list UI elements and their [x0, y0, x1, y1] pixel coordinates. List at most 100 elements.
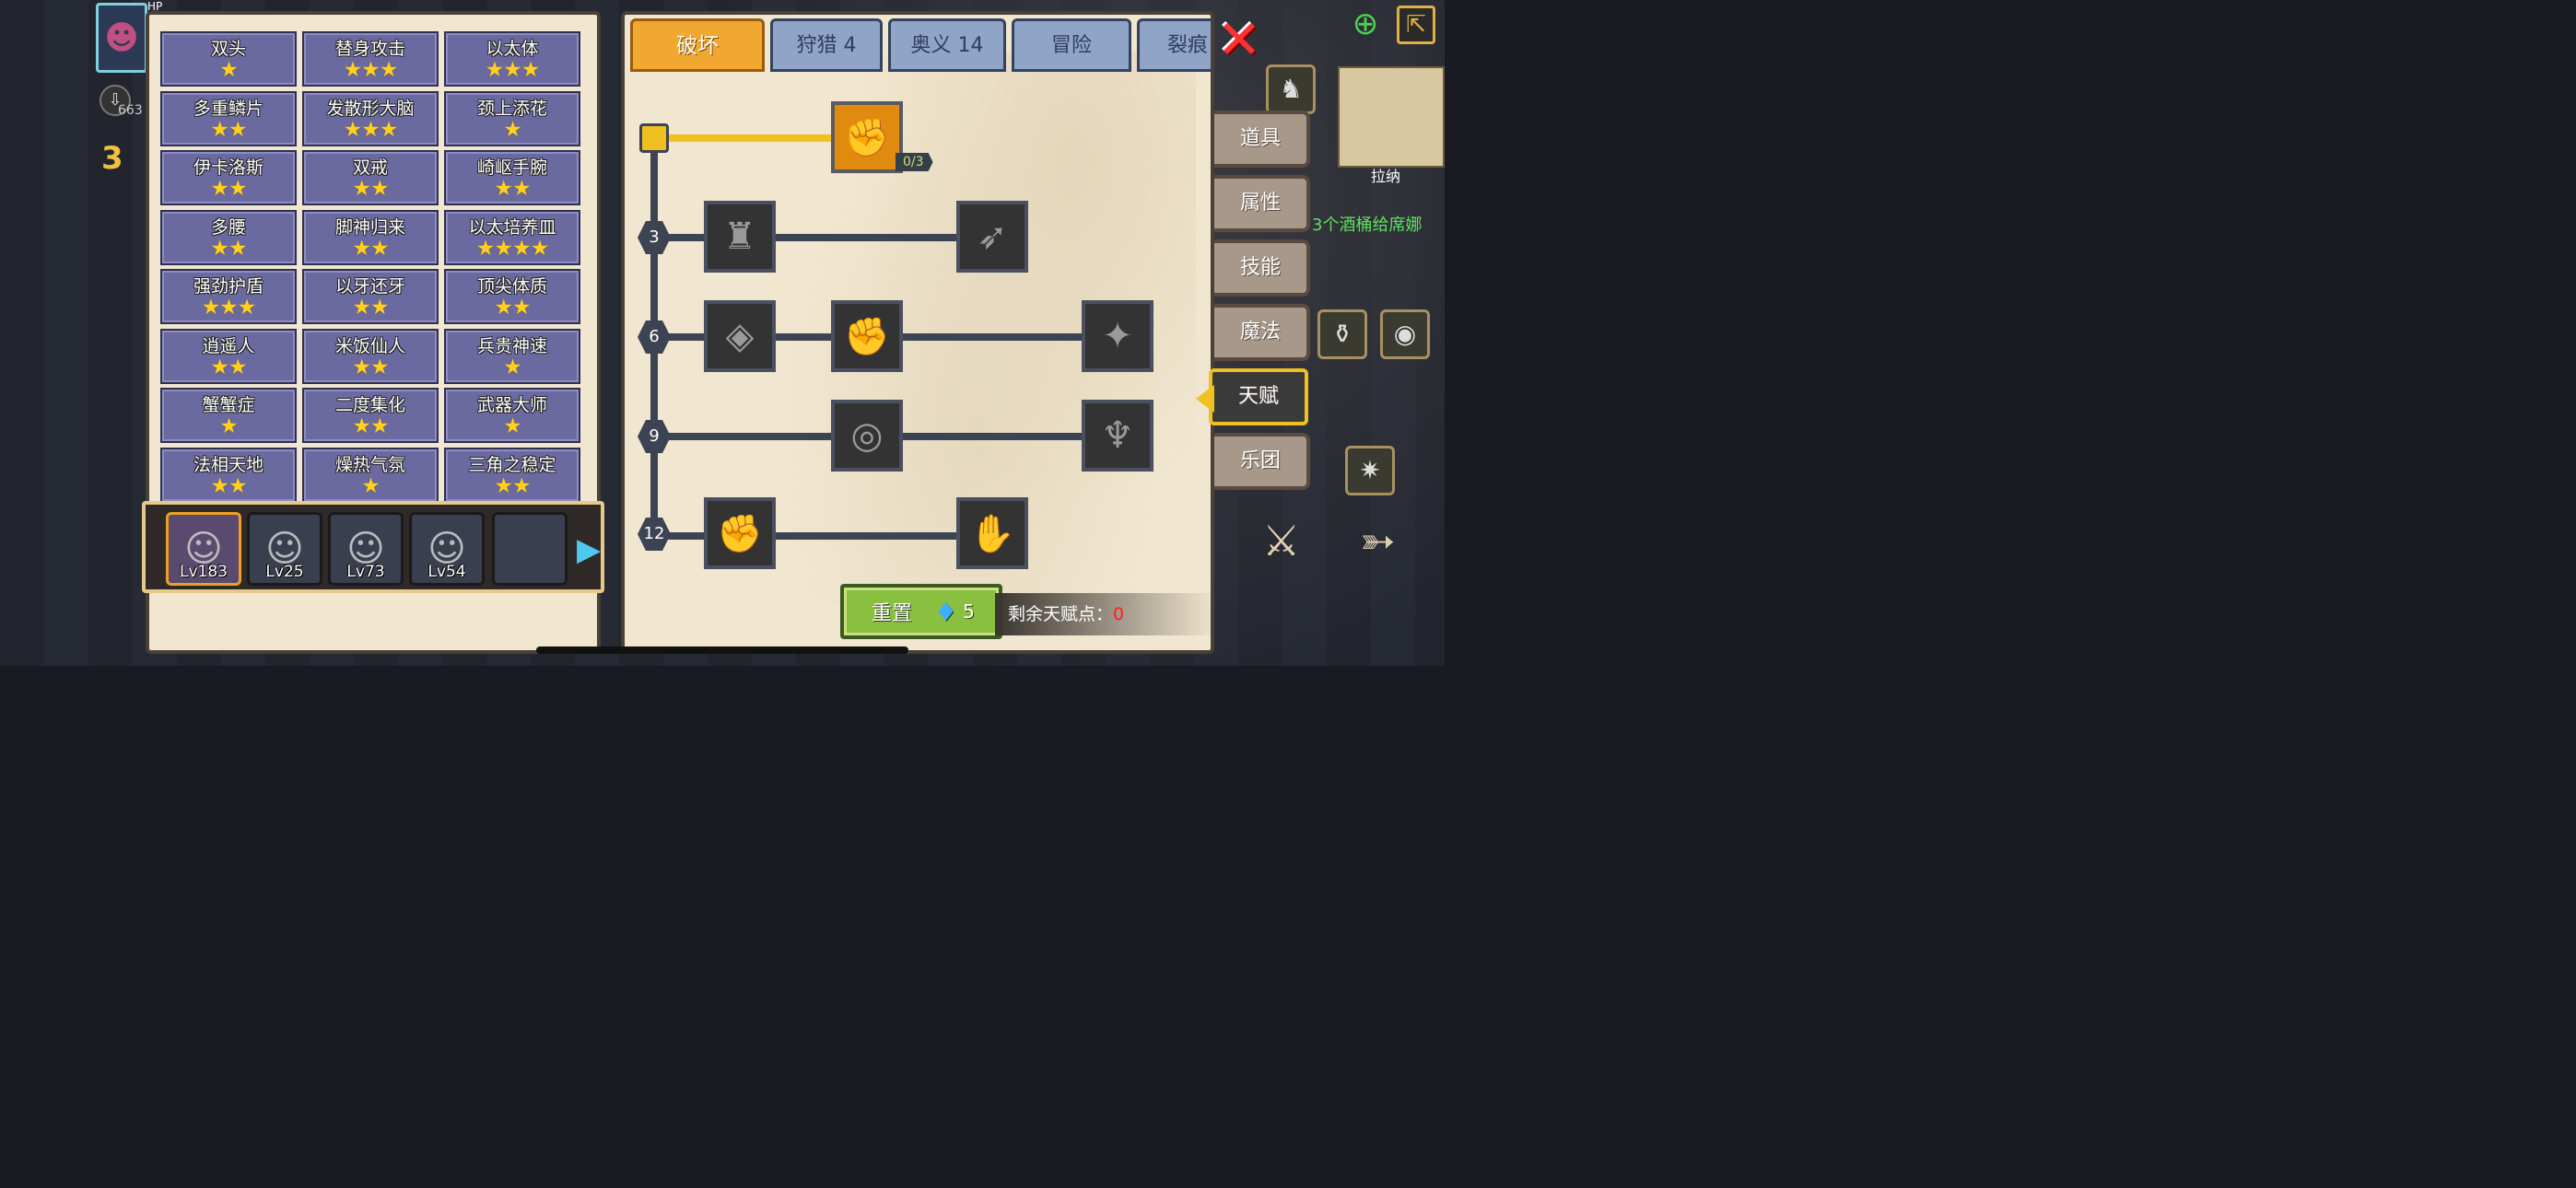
player-portrait[interactable]: ☻: [96, 3, 147, 73]
trait-card[interactable]: 蟹蟹症 ★: [160, 388, 297, 443]
traits-grid: 双头 ★ 替身攻击 ★★★ 以太体 ★★★ 多重鳞片 ★★ 发散形大脑 ★★★ 颈上添花 ★ 伊卡洛斯 ★…: [160, 31, 588, 501]
trait-card[interactable]: 以太体 ★★★: [444, 31, 580, 87]
trait-card[interactable]: 法相天地 ★★: [160, 447, 297, 501]
trait-card[interactable]: 三角之稳定 ★★: [444, 447, 580, 501]
hero-slot[interactable]: ☺ Lv25: [247, 512, 322, 586]
reset-label: 重置: [872, 602, 913, 625]
minimap[interactable]: [1338, 66, 1445, 168]
trait-name: 崎岖手腕: [476, 157, 547, 178]
arrow-strike-icon[interactable]: ➶: [956, 201, 1028, 273]
tab-1[interactable]: 狩猎 4: [770, 18, 883, 72]
tab-4[interactable]: 裂痕: [1137, 18, 1211, 72]
trait-stars: ★: [503, 355, 522, 379]
remaining-label: 剩余天赋点：: [1008, 604, 1114, 624]
hero-level: Lv25: [265, 563, 304, 581]
bow-icon[interactable]: ➳: [1360, 516, 1396, 565]
remaining-value: 0: [1113, 604, 1125, 624]
branch-top: [658, 134, 835, 142]
egg-icon[interactable]: ◉: [1380, 309, 1430, 359]
reset-cost: 5: [963, 600, 975, 623]
fist-punch-icon[interactable]: ✊: [831, 300, 903, 372]
trait-name: 双头: [210, 39, 246, 59]
trait-card[interactable]: 双戒 ★★: [302, 150, 439, 205]
splash-strike-icon[interactable]: ✦: [1082, 300, 1153, 372]
tier-marker: 9: [638, 420, 671, 453]
trait-card[interactable]: 伊卡洛斯 ★★: [160, 150, 297, 205]
trait-card[interactable]: 替身攻击 ★★★: [302, 31, 439, 87]
side-tab-2[interactable]: 技能: [1214, 239, 1310, 297]
side-tab-0[interactable]: 道具: [1214, 111, 1310, 168]
hero-slot[interactable]: [492, 512, 568, 586]
trait-card[interactable]: 武器大师 ★: [444, 388, 580, 443]
hero-level: Lv54: [427, 563, 466, 581]
remaining-points: 剩余天赋点：0: [995, 593, 1211, 635]
trait-stars: ★: [219, 414, 239, 438]
next-arrow-icon[interactable]: ▶: [577, 527, 601, 573]
exit-icon[interactable]: ⇱: [1397, 6, 1435, 44]
tab-2[interactable]: 奥义 14: [888, 18, 1006, 72]
side-tab-5[interactable]: 乐团: [1214, 433, 1310, 490]
trait-card[interactable]: 颈上添花 ★: [444, 90, 580, 146]
side-tab-4[interactable]: 天赋: [1209, 368, 1308, 425]
trait-card[interactable]: 崎岖手腕 ★★: [444, 150, 580, 205]
trait-card[interactable]: 顶尖体质 ★★: [444, 269, 580, 324]
grip-hand-icon[interactable]: ✋: [956, 497, 1028, 569]
trait-card[interactable]: 发散形大脑 ★★★: [302, 90, 439, 146]
trait-card[interactable]: 脚神归来 ★★: [302, 209, 439, 265]
hero-slot[interactable]: ☺ Lv183: [166, 512, 241, 586]
raised-fist-icon[interactable]: ✊: [704, 497, 776, 569]
gem-icon: ♦: [934, 596, 958, 627]
trait-card[interactable]: 米饭仙人 ★★: [302, 328, 439, 384]
trait-name: 伊卡洛斯: [193, 157, 263, 178]
hero-slot[interactable]: ☺ Lv54: [409, 512, 485, 586]
trait-stars: ★★★: [343, 117, 399, 142]
trait-card[interactable]: 双头 ★: [160, 31, 297, 87]
trait-card[interactable]: 以太培养皿 ★★★★: [444, 209, 580, 265]
trait-card[interactable]: 强劲护盾 ★★★: [160, 269, 297, 324]
trait-card[interactable]: 以牙还牙 ★★: [302, 269, 439, 324]
trait-stars: ★★: [210, 236, 247, 261]
side-tab-1[interactable]: 属性: [1214, 175, 1310, 232]
hero-slot[interactable]: ☺ Lv73: [328, 512, 404, 586]
tab-0[interactable]: 破坏: [630, 18, 765, 72]
arm-wrestle-icon[interactable]: ✊: [831, 101, 903, 173]
trait-stars: ★★: [352, 296, 389, 320]
shuriken-icon[interactable]: ✷: [1345, 446, 1395, 495]
trait-stars: ★★: [494, 177, 531, 201]
trait-name: 颈上添花: [476, 98, 547, 119]
shield-break-icon[interactable]: ◈: [704, 300, 776, 372]
quest-text[interactable]: 3个酒桶给席娜: [1312, 212, 1422, 236]
trait-card[interactable]: 燥热气氛 ★: [302, 447, 439, 501]
trait-stars: ★★: [210, 473, 247, 498]
globe-icon[interactable]: ⊕: [1347, 6, 1384, 42]
trait-name: 以太培养皿: [468, 216, 556, 238]
trait-name: 脚神归来: [334, 216, 405, 238]
sword-icon[interactable]: ⚔: [1262, 516, 1300, 565]
trait-stars: ★★: [494, 296, 531, 320]
trait-card[interactable]: 多腰 ★★: [160, 209, 297, 265]
trait-name: 以太体: [486, 39, 539, 59]
side-tab-3[interactable]: 魔法: [1214, 304, 1310, 361]
trait-name: 法相天地: [193, 454, 263, 475]
trait-name: 以牙还牙: [334, 276, 405, 297]
trait-stars: ★★: [352, 236, 389, 261]
ripple-icon[interactable]: ◎: [831, 400, 903, 472]
home-indicator: [536, 646, 908, 654]
trait-name: 蟹蟹症: [202, 395, 255, 415]
trait-name: 二度集化: [334, 395, 405, 415]
trait-card[interactable]: 逍遥人 ★★: [160, 328, 297, 384]
map-label: 拉纳: [1371, 168, 1401, 185]
trait-card[interactable]: 兵贵神速 ★: [444, 328, 580, 384]
trait-name: 多腰: [210, 216, 246, 238]
potion-icon[interactable]: ⚱: [1317, 309, 1367, 359]
trait-card[interactable]: 多重鳞片 ★★: [160, 90, 297, 146]
reset-button[interactable]: 重置 ♦ 5: [840, 584, 1002, 639]
trait-name: 多重鳞片: [193, 98, 263, 119]
gargoyle-icon[interactable]: ♞: [1266, 64, 1316, 114]
bat-wing-icon[interactable]: ♆: [1082, 400, 1153, 472]
trait-card[interactable]: 二度集化 ★★: [302, 388, 439, 443]
close-icon[interactable]: ✕: [1214, 13, 1264, 66]
tab-3[interactable]: 冒险: [1012, 18, 1131, 72]
muscle-body-icon[interactable]: ♜: [704, 201, 776, 273]
trait-stars: ★★: [494, 473, 531, 498]
